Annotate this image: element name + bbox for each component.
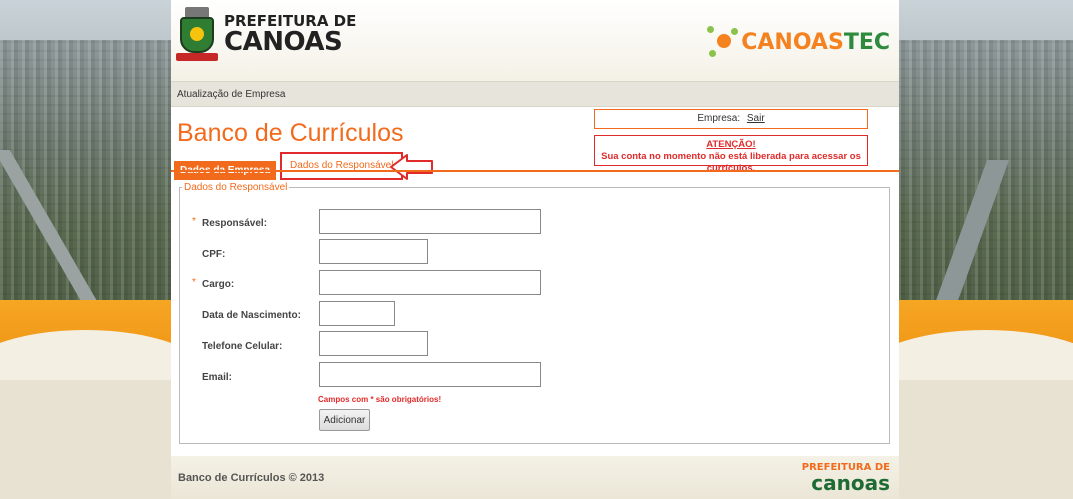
- tab-bar: Dados da Empresa Dados do Responsável: [174, 152, 404, 180]
- cpf-input[interactable]: [319, 239, 428, 264]
- birthdate-label: Data de Nascimento:: [202, 310, 301, 321]
- warning-title: ATENÇÃO!: [706, 139, 756, 150]
- required-hint: Campos com * são obrigatórios!: [318, 395, 442, 404]
- cargo-label: Cargo:: [202, 279, 235, 290]
- brand-part1: CANOAS: [741, 29, 844, 55]
- tab-dados-responsavel[interactable]: Dados do Responsável: [280, 152, 404, 180]
- breadcrumb: Atualização de Empresa: [171, 81, 899, 107]
- cargo-input[interactable]: [319, 270, 541, 295]
- add-button[interactable]: Adicionar: [319, 409, 370, 431]
- page-container: PREFEITURA DE CANOAS CANOASTEC Atualizaç…: [171, 0, 899, 499]
- mobile-phone-input[interactable]: [319, 331, 428, 356]
- responsavel-input[interactable]: [319, 209, 541, 234]
- required-marker: *: [192, 277, 196, 288]
- background-city-right: [898, 0, 1073, 499]
- header: PREFEITURA DE CANOAS CANOASTEC: [171, 0, 899, 81]
- email-label: Email:: [202, 372, 233, 383]
- form-legend: Dados do Responsável: [184, 182, 288, 193]
- molecule-icon: [705, 24, 741, 60]
- footer-copyright: Banco de Currículos © 2013: [178, 472, 325, 484]
- footer-logo-line2: canoas: [811, 471, 890, 495]
- company-box: Empresa: Sair: [594, 109, 868, 129]
- page-title: Banco de Currículos: [177, 119, 404, 147]
- logo-line2: CANOAS: [224, 26, 343, 57]
- logout-link[interactable]: Sair: [747, 113, 765, 124]
- prefeitura-logo[interactable]: PREFEITURA DE CANOAS: [174, 5, 356, 63]
- tab-underline: [171, 170, 899, 172]
- brand-part2: TEC: [843, 29, 890, 55]
- cpf-label: CPF:: [202, 249, 226, 260]
- mobile-phone-label: Telefone Celular:: [202, 341, 283, 352]
- required-marker: *: [192, 216, 196, 227]
- footer-prefeitura-logo: PREFEITURA DE canoas: [802, 463, 890, 495]
- arrow-left-icon: [390, 154, 433, 180]
- background-city-left: [0, 0, 171, 499]
- canoastec-logo[interactable]: CANOASTEC: [705, 24, 890, 60]
- responsavel-form: Dados do Responsável * Responsável: CPF:…: [179, 182, 890, 444]
- email-input[interactable]: [319, 362, 541, 387]
- responsavel-label: Responsável:: [202, 218, 268, 229]
- city-crest-icon: [174, 5, 218, 63]
- birthdate-input[interactable]: [319, 301, 395, 326]
- warning-box: ATENÇÃO! Sua conta no momento não está l…: [594, 135, 868, 174]
- footer: Banco de Currículos © 2013 PREFEITURA DE…: [171, 456, 899, 499]
- company-label: Empresa:: [697, 113, 741, 124]
